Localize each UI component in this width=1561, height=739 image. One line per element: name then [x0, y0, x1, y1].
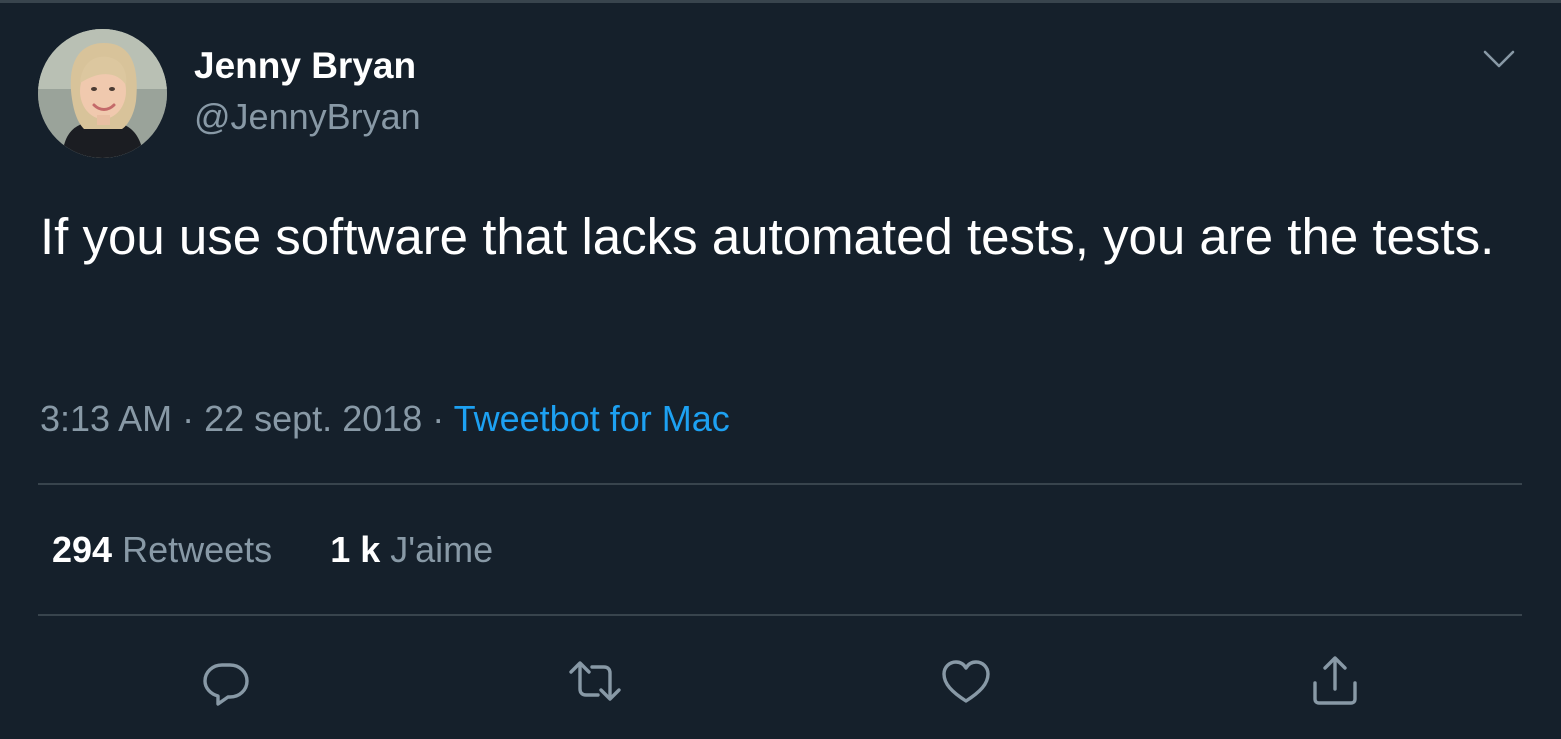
tweet-card: Jenny Bryan @JennyBryan If you use softw…: [0, 0, 1561, 739]
tweet-meta: 3:13 AM · 22 sept. 2018 · Tweetbot for M…: [40, 395, 730, 443]
tweet-time[interactable]: 3:13 AM: [40, 398, 172, 439]
meta-separator: ·: [172, 398, 205, 439]
avatar-image: [38, 29, 167, 158]
divider: [38, 483, 1522, 485]
heart-icon[interactable]: [938, 653, 994, 709]
avatar[interactable]: [38, 29, 167, 158]
tweet-text: If you use software that lacks automated…: [40, 208, 1495, 265]
retweets-label: Retweets: [122, 529, 273, 570]
chevron-down-icon[interactable]: [1481, 45, 1517, 75]
meta-separator: ·: [422, 398, 454, 439]
likes-count: 1 k: [330, 529, 381, 570]
tweet-source-link[interactable]: Tweetbot for Mac: [454, 398, 730, 439]
retweet-icon[interactable]: [567, 653, 623, 709]
likes-label: J'aime: [390, 529, 494, 570]
tweet-stats: 294 Retweets 1 k J'aime: [52, 526, 493, 574]
share-icon[interactable]: [1307, 653, 1363, 709]
tweet-date[interactable]: 22 sept. 2018: [204, 398, 422, 439]
divider: [38, 614, 1522, 616]
retweets-count: 294: [52, 529, 113, 570]
reply-icon[interactable]: [198, 653, 254, 709]
display-name[interactable]: Jenny Bryan: [194, 43, 416, 89]
user-handle[interactable]: @JennyBryan: [194, 95, 421, 139]
likes-stat[interactable]: 1 k J'aime: [330, 526, 493, 574]
retweets-stat[interactable]: 294 Retweets: [52, 526, 272, 574]
